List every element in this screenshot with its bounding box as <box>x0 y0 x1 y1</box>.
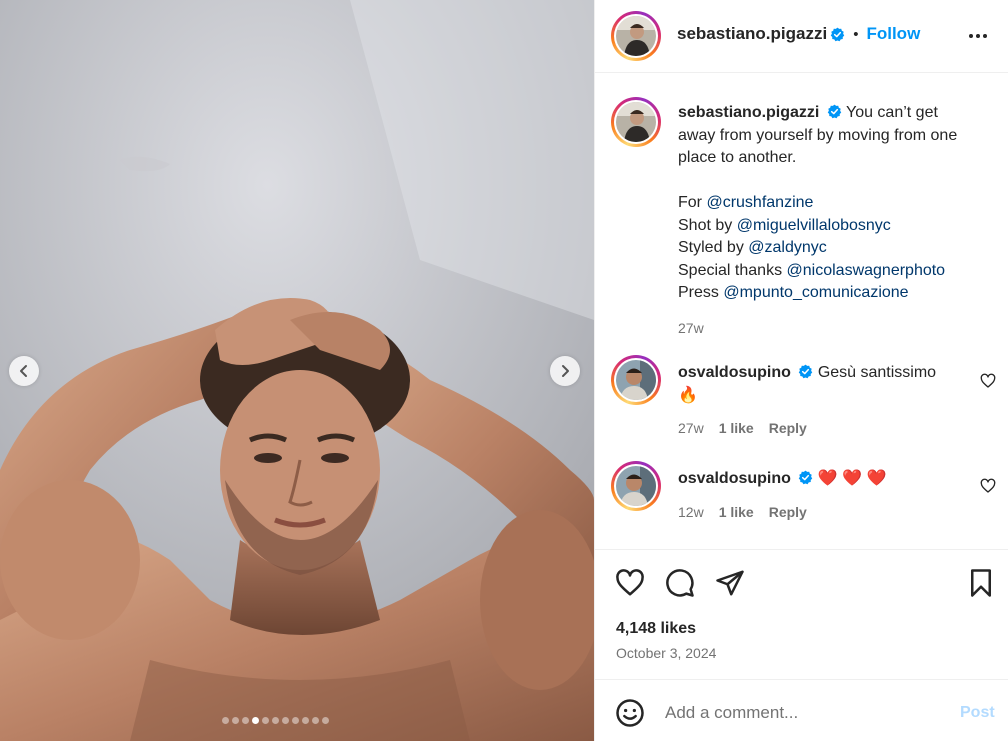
commenter-photo <box>616 466 656 506</box>
caption-credit-line: For @crushfanzine <box>678 192 978 215</box>
comment-likes[interactable]: 1 like <box>719 501 754 524</box>
header-user-row: sebastiano.pigazzi • Follow <box>677 24 920 44</box>
carousel-dot <box>242 717 249 724</box>
carousel-dot <box>282 717 289 724</box>
more-options-icon[interactable] <box>966 24 990 48</box>
carousel-dot <box>232 717 239 724</box>
comment-username[interactable]: osvaldosupino <box>678 364 791 381</box>
comment-avatar[interactable] <box>611 461 661 511</box>
reply-button[interactable]: Reply <box>769 501 807 524</box>
mention-link[interactable]: @nicolaswagnerphoto <box>787 262 946 279</box>
post-details-panel: sebastiano.pigazzi • Follow sebastiano.p… <box>594 0 1008 741</box>
avatar[interactable] <box>611 11 661 61</box>
carousel-dot <box>272 717 279 724</box>
post-actions: 4,148 likes October 3, 2024 <box>595 549 1008 679</box>
comment-emoji: ❤️ ❤️ ❤️ <box>817 470 887 487</box>
verified-badge-icon <box>799 364 813 379</box>
commenter-photo <box>616 360 656 400</box>
header-separator: • <box>853 25 859 43</box>
likes-count[interactable]: 4,148 likes <box>616 620 696 638</box>
share-paper-plane-icon[interactable] <box>715 568 745 598</box>
credit-prefix: Press <box>678 284 724 301</box>
verified-badge-icon <box>827 104 842 119</box>
caption-meta: 27w <box>678 317 978 340</box>
caption-credit-line: Shot by @miguelvillalobosnyc <box>678 215 978 238</box>
comment-time[interactable]: 27w <box>678 417 704 440</box>
mention-link[interactable]: @miguelvillalobosnyc <box>737 217 891 234</box>
carousel-dot <box>252 717 259 724</box>
comment-emoji: 🔥 <box>678 386 698 404</box>
mention-link[interactable]: @crushfanzine <box>706 194 813 211</box>
caption-credit-line: Styled by @zaldynyc <box>678 237 978 260</box>
mention-link[interactable]: @mpunto_comunicazione <box>723 284 908 301</box>
comment-time[interactable]: 12w <box>678 501 704 524</box>
comment-body: osvaldosupino ❤️ ❤️ ❤️ 12w 1 like Reply <box>678 468 978 523</box>
profile-photo <box>616 102 656 142</box>
comment-meta: 27w 1 like Reply <box>678 417 978 440</box>
comment-likes[interactable]: 1 like <box>719 417 754 440</box>
post-date: October 3, 2024 <box>616 645 717 661</box>
like-heart-icon[interactable] <box>615 568 645 598</box>
caption-body: sebastiano.pigazzi You can’t get away fr… <box>678 102 978 339</box>
caption-avatar[interactable] <box>611 97 661 147</box>
comment-text: Gesù santissimo <box>817 364 937 381</box>
carousel-next-button[interactable] <box>550 356 580 386</box>
chevron-left-icon <box>20 365 27 377</box>
mention-link[interactable]: @zaldynyc <box>748 239 827 256</box>
credit-prefix: For <box>678 194 707 211</box>
emoji-smiley-icon[interactable] <box>615 698 645 728</box>
header-username[interactable]: sebastiano.pigazzi <box>677 24 827 44</box>
post-comment-button[interactable]: Post <box>960 704 995 722</box>
carousel-dot <box>322 717 329 724</box>
verified-badge-icon <box>830 27 845 41</box>
credit-prefix: Special thanks <box>678 261 787 279</box>
post-header: sebastiano.pigazzi • Follow <box>595 0 1008 73</box>
comment-composer: Post <box>595 679 1008 741</box>
follow-button[interactable]: Follow <box>866 24 920 44</box>
comment-username[interactable]: osvaldosupino <box>678 470 791 487</box>
carousel-indicator <box>222 717 329 724</box>
comment-body: osvaldosupino Gesù santissimo 🔥 27w 1 li… <box>678 362 978 440</box>
post-photo[interactable] <box>0 0 594 741</box>
carousel-dot <box>302 717 309 724</box>
caption-credit-line: Press @mpunto_comunicazione <box>678 282 978 305</box>
credit-prefix: Styled by <box>678 239 749 256</box>
carousel-dot <box>262 717 269 724</box>
verified-badge-icon <box>799 470 813 485</box>
carousel-dot <box>312 717 319 724</box>
credit-prefix: Shot by <box>678 216 737 234</box>
carousel-dot <box>222 717 229 724</box>
comment-input[interactable] <box>665 700 945 726</box>
profile-photo <box>616 16 656 56</box>
carousel-dot <box>292 717 299 724</box>
carousel-prev-button[interactable] <box>9 356 39 386</box>
bookmark-save-icon[interactable] <box>966 568 996 598</box>
comment-bubble-icon[interactable] <box>665 568 695 598</box>
caption-time[interactable]: 27w <box>678 317 704 340</box>
comment-meta: 12w 1 like Reply <box>678 501 978 524</box>
like-comment-heart-icon[interactable] <box>980 478 996 494</box>
comments-section[interactable]: sebastiano.pigazzi You can’t get away fr… <box>595 73 1008 549</box>
reply-button[interactable]: Reply <box>769 417 807 440</box>
chevron-right-icon <box>562 365 569 377</box>
post-image <box>0 0 594 741</box>
caption-username[interactable]: sebastiano.pigazzi <box>678 104 819 121</box>
comment-avatar[interactable] <box>611 355 661 405</box>
like-comment-heart-icon[interactable] <box>980 373 996 389</box>
caption-credit-line: Special thanks @nicolaswagnerphoto <box>678 260 978 283</box>
